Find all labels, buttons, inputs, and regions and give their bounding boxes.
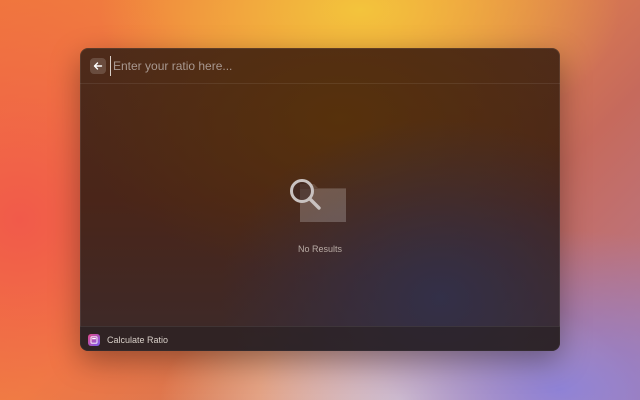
magnifier-folder-icon xyxy=(290,179,346,222)
arrow-left-icon xyxy=(93,61,103,70)
back-button[interactable] xyxy=(90,57,106,74)
command-label[interactable]: Calculate Ratio xyxy=(107,335,168,345)
no-results-message: No Results xyxy=(297,244,342,254)
launcher-window: No Results Calculate Ratio xyxy=(80,48,560,351)
empty-state: No Results xyxy=(80,84,560,326)
action-bar: Calculate Ratio xyxy=(80,326,560,351)
search-input[interactable] xyxy=(110,55,560,76)
search-bar xyxy=(80,48,560,84)
calculator-icon xyxy=(88,333,100,346)
